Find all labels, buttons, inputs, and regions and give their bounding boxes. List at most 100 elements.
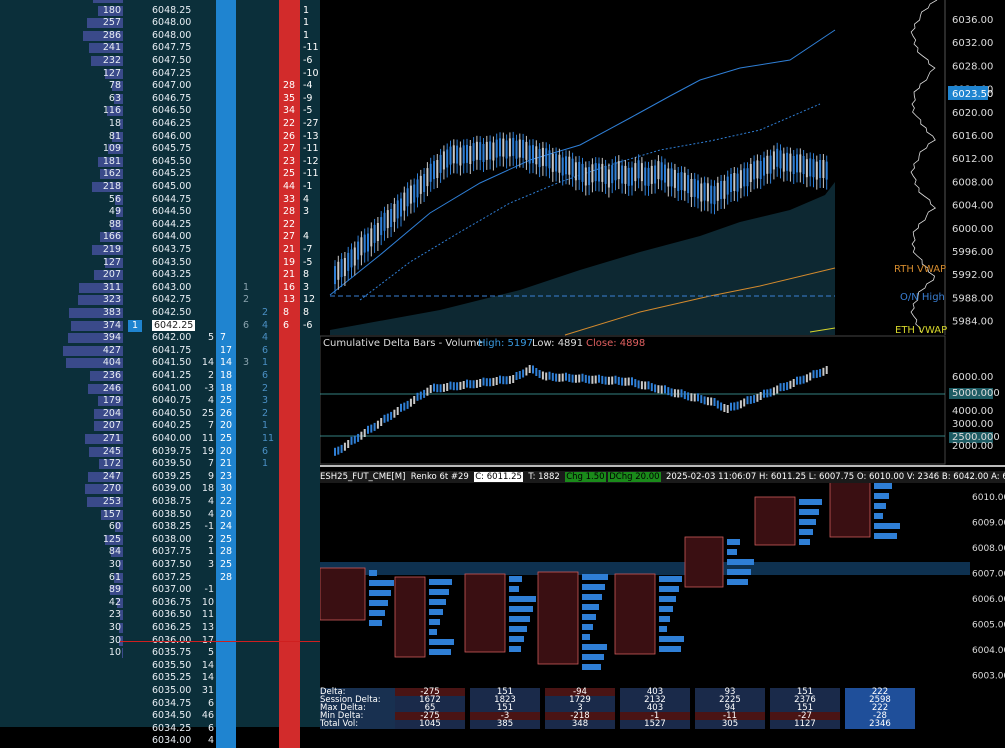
ladder-row[interactable]: 162 6045.25 25 -11 <box>0 168 320 181</box>
bid-volume-cell <box>216 281 236 295</box>
ladder-row[interactable]: 204 6040.50 25 26 2 <box>0 407 320 421</box>
ladder-row[interactable]: 172 6039.50 7 21 1 <box>0 458 320 471</box>
footprint-volume-bar <box>874 523 900 529</box>
bid-size: 271 <box>102 433 121 444</box>
ladder-row[interactable]: 207 6040.25 7 20 1 <box>0 420 320 433</box>
ladder-row[interactable]: 427 6041.75 17 6 <box>0 344 320 358</box>
delta-low: Low: 4891 <box>532 338 583 349</box>
ladder-row[interactable]: 6035.25 14 <box>0 672 320 685</box>
ladder-row[interactable]: 89 6037.00 -1 <box>0 584 320 597</box>
ladder-row[interactable]: 6034.75 6 <box>0 697 320 711</box>
ladder-row[interactable]: 311 6043.00 1 16 3 <box>0 281 320 295</box>
ladder-row[interactable]: 88 6044.25 22 <box>0 218 320 232</box>
ladder-row[interactable]: 61 6037.25 28 <box>0 571 320 585</box>
ladder-row[interactable]: 18 6046.25 22 -27 <box>0 118 320 131</box>
main-chart[interactable]: 6036.006032.006028.006024.006020.006016.… <box>320 0 1005 727</box>
ladder-row[interactable]: 241 6047.75 -11 <box>0 42 320 55</box>
ladder-row[interactable]: 180 6048.25 1 <box>0 4 320 18</box>
delta-bar <box>436 384 439 393</box>
ladder-row[interactable]: 236 6041.25 2 18 6 <box>0 370 320 383</box>
ladder-row[interactable]: 245 6039.75 19 20 6 <box>0 445 320 459</box>
dom-ladder[interactable]: 2176048.50131806048.2512576048.001286604… <box>0 0 320 748</box>
price-level: 6041.75 <box>152 344 192 356</box>
ladder-row[interactable]: 181 6045.50 23 -12 <box>0 155 320 169</box>
ladder-row[interactable]: 323 6042.75 2 13 12 <box>0 294 320 307</box>
ladder-row[interactable]: 257 6048.00 1 <box>0 17 320 30</box>
ladder-row[interactable]: 109 6045.75 27 -11 <box>0 143 320 156</box>
bid-volume-cell: 17 <box>216 344 236 358</box>
ask-change: -9 <box>303 92 313 104</box>
ladder-row[interactable]: 6035.50 14 <box>0 659 320 673</box>
ladder-row[interactable]: 42 6036.75 10 <box>0 596 320 610</box>
ladder-row[interactable]: 383 6042.50 2 8 8 <box>0 307 320 320</box>
ask-volume-cell: 6 <box>279 319 300 333</box>
ladder-row[interactable]: 63 6046.75 35 -9 <box>0 92 320 106</box>
delta-bar <box>614 375 617 384</box>
ladder-row[interactable]: 125 6038.00 2 25 <box>0 533 320 547</box>
ladder-row[interactable]: 253 6038.75 4 22 <box>0 496 320 509</box>
ladder-row[interactable]: 23 6036.50 11 <box>0 609 320 622</box>
footprint-volume-bar <box>369 570 377 576</box>
ladder-row[interactable]: 116 6046.50 34 -5 <box>0 105 320 118</box>
renko-bar <box>413 184 416 203</box>
ask-volume-cell: 28 <box>279 206 300 219</box>
ladder-row[interactable]: 10 6035.75 5 <box>0 647 320 660</box>
price-level: 6034.00 <box>152 735 192 747</box>
ladder-row[interactable]: 6034.00 4 <box>0 735 320 748</box>
ladder-row[interactable]: 218 6045.00 44 -1 <box>0 181 320 194</box>
renko-bar <box>446 149 449 168</box>
ladder-row[interactable]: 404 6041.50 14 14 3 1 <box>0 357 320 370</box>
ladder-row[interactable]: 246 6041.00 -3 18 2 <box>0 382 320 396</box>
delta-bar <box>456 382 459 391</box>
bid-size: 181 <box>102 155 121 167</box>
ladder-row[interactable]: 374 6042.25 1 6 4 6 -6 <box>0 319 320 333</box>
delta-bar <box>617 376 620 385</box>
ladder-row[interactable]: 207 6043.25 21 8 <box>0 269 320 282</box>
delta-bar <box>673 389 676 398</box>
ladder-row[interactable]: 127 6047.25 -10 <box>0 67 320 81</box>
ladder-row[interactable]: 56 6044.75 33 4 <box>0 193 320 207</box>
ladder-row[interactable]: 286 6048.00 1 <box>0 29 320 43</box>
ladder-row[interactable]: 271 6040.00 11 25 11 <box>0 433 320 446</box>
ladder-row[interactable]: 78 6047.00 28 -4 <box>0 80 320 93</box>
summary-cell: 2346 <box>845 720 915 729</box>
bid-volume-cell: 24 <box>216 521 236 534</box>
ask-volume-cell <box>279 735 300 748</box>
ladder-row[interactable]: 270 6039.00 18 30 <box>0 483 320 496</box>
renko-bar <box>624 165 627 184</box>
footprint-volume-bar <box>727 539 740 545</box>
bid-volume-cell: 22 <box>216 496 236 509</box>
traded-bid: 2 <box>207 370 214 381</box>
ladder-row[interactable]: 30 6036.25 13 <box>0 622 320 635</box>
footprint-volume-bar <box>799 529 813 535</box>
renko-bar <box>736 173 739 192</box>
ladder-row[interactable]: 127 6043.50 19 -5 <box>0 256 320 270</box>
recent-ask: 2 <box>262 307 269 318</box>
ladder-row[interactable]: 232 6047.50 -6 <box>0 55 320 68</box>
ladder-row[interactable]: 81 6046.00 26 -13 <box>0 130 320 144</box>
bid-size: 394 <box>102 332 121 344</box>
ladder-row[interactable]: 6034.25 6 <box>0 722 320 736</box>
ladder-row[interactable]: 247 6039.25 9 23 <box>0 470 320 484</box>
ask-volume-cell <box>279 571 300 585</box>
ladder-row[interactable]: 84 6037.75 1 28 <box>0 546 320 559</box>
ladder-row[interactable]: 219 6043.75 21 -7 <box>0 244 320 257</box>
delta-bar <box>475 379 478 388</box>
ladder-row[interactable]: 49 6044.50 28 3 <box>0 206 320 219</box>
ladder-row[interactable]: 30 6037.50 3 25 <box>0 559 320 572</box>
ladder-row[interactable]: 6034.50 46 <box>0 710 320 723</box>
bid-size: 166 <box>102 231 121 243</box>
delta-bar <box>802 375 805 384</box>
bid-size: 207 <box>102 269 121 281</box>
ladder-row[interactable]: 179 6040.75 4 25 3 <box>0 395 320 408</box>
ladder-row[interactable]: 166 6044.00 27 4 <box>0 231 320 244</box>
bid-volume-cell <box>216 206 236 219</box>
ladder-row[interactable]: 394 6042.00 5 7 4 <box>0 332 320 345</box>
delta-bar <box>396 407 399 415</box>
renko-bar <box>548 150 551 169</box>
bid-volume-cell: 20 <box>216 445 236 459</box>
ladder-row[interactable]: 6035.00 31 <box>0 685 320 698</box>
ladder-row[interactable]: 157 6038.50 4 20 <box>0 508 320 522</box>
ladder-row[interactable]: 60 6038.25 -1 24 <box>0 521 320 534</box>
delta-bar <box>522 369 525 378</box>
